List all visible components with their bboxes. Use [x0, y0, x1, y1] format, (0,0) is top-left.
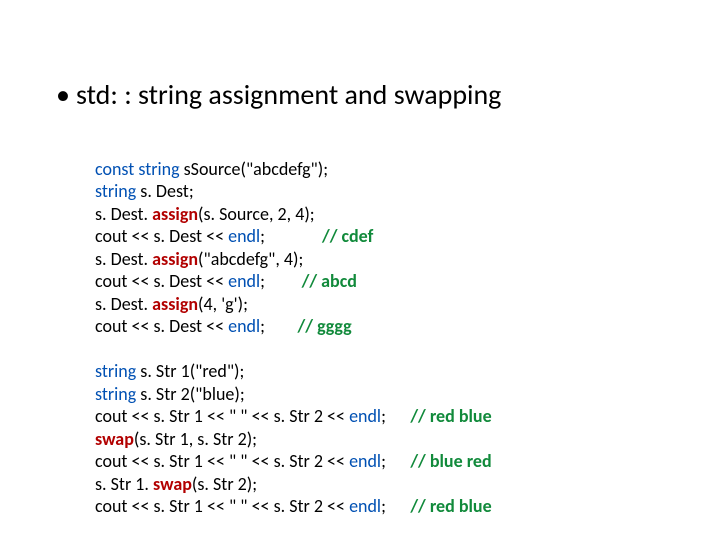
code-line: s. Dest. assign("abcdefg", 4);	[95, 248, 303, 270]
slide-title: •std: : string assignment and swapping	[56, 80, 501, 111]
code-line: cout << s. Str 1 << " " << s. Str 2 << e…	[95, 405, 492, 427]
code-line: swap(s. Str 1, s. Str 2);	[95, 428, 257, 450]
code-line: string s. Str 2("blue);	[95, 383, 245, 405]
code-line: cout << s. Str 1 << " " << s. Str 2 << e…	[95, 495, 492, 517]
title-text: std: : string assignment and swapping	[76, 77, 501, 112]
code-line: cout << s. Dest << endl; // cdef	[95, 225, 373, 247]
code-line: string s. Str 1("red");	[95, 360, 244, 382]
bullet-icon: •	[56, 80, 70, 111]
code-line: s. Str 1. swap(s. Str 2);	[95, 473, 257, 495]
slide: •std: : string assignment and swapping c…	[0, 0, 720, 540]
code-line: cout << s. Dest << endl; // abcd	[95, 270, 357, 292]
code-line: cout << s. Str 1 << " " << s. Str 2 << e…	[95, 450, 492, 472]
code-line: cout << s. Dest << endl; // gggg	[95, 315, 352, 337]
code-line: string s. Dest;	[95, 180, 194, 202]
code-line: const string sSource("abcdefg");	[95, 158, 328, 180]
code-line: s. Dest. assign(s. Source, 2, 4);	[95, 203, 315, 225]
code-block: const string sSource("abcdefg"); string …	[95, 135, 492, 518]
code-line: s. Dest. assign(4, 'g');	[95, 293, 248, 315]
